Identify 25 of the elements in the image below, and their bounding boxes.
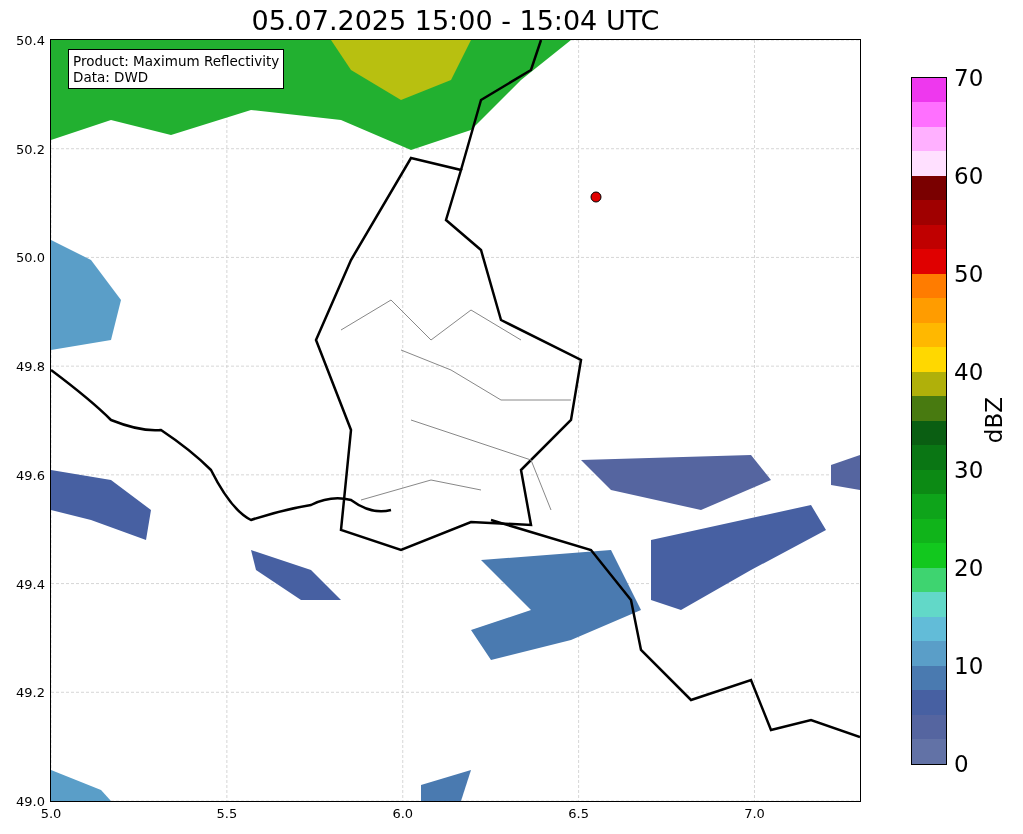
tick-label: 30: [954, 456, 984, 483]
tick-label: 0: [954, 750, 969, 777]
tick-label: 49.8: [16, 358, 45, 374]
tick-label: 5.5: [216, 806, 238, 821]
info-text: Product: Maximum Reflectivity: [73, 53, 280, 69]
tick-label: 6.0: [392, 806, 414, 821]
tick-label: 60: [954, 162, 984, 189]
tick-label: 5.0: [40, 806, 62, 821]
tick-label: 40: [954, 358, 984, 385]
tick-label: 49.6: [16, 467, 45, 483]
tick-label: 50.2: [16, 141, 45, 157]
tick-label: 20: [954, 554, 984, 581]
tick-label: 49.4: [16, 576, 45, 592]
tick-label: 50.0: [16, 249, 45, 265]
tick-label: 7.0: [744, 806, 765, 821]
info-text: Data: DWD: [73, 69, 150, 85]
tick-label: 49.2: [16, 684, 45, 700]
tick-label: 70: [954, 64, 984, 91]
tick-label: 50.4: [16, 32, 45, 48]
tick-label: 50: [954, 260, 984, 287]
tick-label: 10: [954, 652, 984, 679]
axis-label: dBZ: [981, 397, 1005, 444]
chart-title: 05.07.2025 15:00 - 15:04 UTC: [250, 4, 661, 38]
tick-label: 49.0: [16, 793, 45, 809]
tick-label: 6.5: [568, 806, 589, 821]
